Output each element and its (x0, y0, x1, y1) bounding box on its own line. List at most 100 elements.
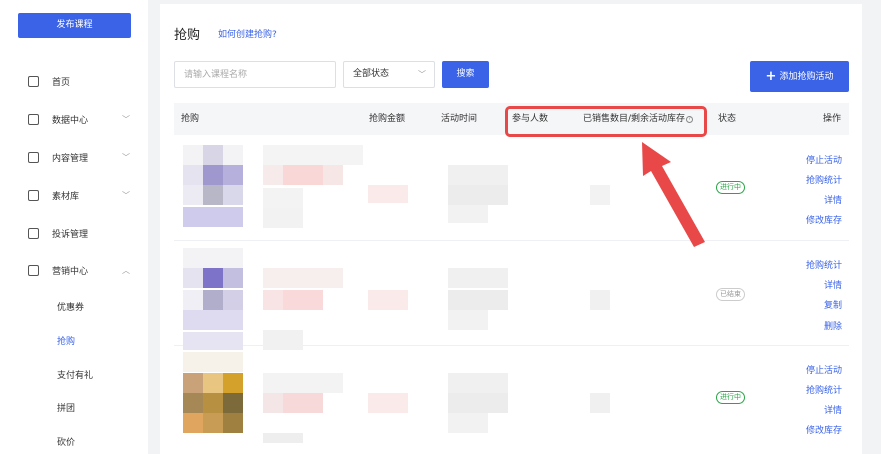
blurred-block (203, 290, 223, 310)
sidebar-item-content[interactable]: 内容管理 ﹀ (0, 145, 148, 169)
sidebar: 发布课程 首页 数据中心 ﹀ 内容管理 ﹀ 素材库 ﹀ 投诉管理 营销中心 ︿ … (0, 0, 148, 454)
blurred-block (448, 205, 488, 223)
status-select[interactable]: 全部状态 ﹀ (343, 61, 435, 88)
copy-link[interactable]: 复制 (824, 298, 842, 311)
blurred-block (183, 207, 243, 227)
blurred-block (223, 393, 243, 413)
blurred-block (203, 185, 223, 205)
sidebar-subitem-coupons[interactable]: 优惠券 (57, 300, 84, 313)
blurred-block (203, 145, 223, 165)
blurred-block (283, 393, 323, 413)
folder-icon (28, 189, 39, 201)
sidebar-subitem-flash-sale[interactable]: 抢购 (57, 334, 75, 347)
blurred-block (203, 268, 223, 288)
details-link[interactable]: 详情 (824, 278, 842, 291)
blurred-block (223, 165, 243, 185)
stats-link[interactable]: 抢购统计 (806, 173, 842, 186)
sidebar-item-materials[interactable]: 素材库 ﹀ (0, 183, 148, 207)
blurred-block (448, 393, 508, 413)
chevron-down-icon: ﹀ (418, 70, 426, 79)
blurred-block (203, 393, 223, 413)
edit-stock-link[interactable]: 修改库存 (806, 423, 842, 436)
blurred-block (368, 290, 408, 310)
column-header-actions: 操作 (823, 114, 842, 124)
delete-link[interactable]: 删除 (824, 319, 842, 332)
home-icon (28, 75, 39, 87)
sidebar-subitem-bargain[interactable]: 砍价 (57, 435, 75, 448)
blurred-block (223, 268, 243, 288)
sidebar-item-label: 营销中心 (52, 266, 89, 277)
blurred-block (263, 188, 303, 208)
sidebar-item-label: 数据中心 (52, 115, 89, 126)
blurred-block (263, 268, 343, 288)
blurred-block (263, 165, 283, 185)
blurred-block (368, 393, 408, 413)
blurred-block (263, 208, 303, 228)
details-link[interactable]: 详情 (824, 403, 842, 416)
stats-link[interactable]: 抢购统计 (806, 258, 842, 271)
sidebar-item-label: 投诉管理 (52, 229, 89, 240)
blurred-block (183, 352, 243, 372)
stop-activity-link[interactable]: 停止活动 (806, 153, 842, 166)
blurred-block (448, 165, 508, 185)
sidebar-subitem-group-buy[interactable]: 拼团 (57, 401, 75, 414)
status-select-value: 全部状态 (353, 69, 390, 79)
blurred-block (183, 248, 243, 268)
blurred-block (183, 310, 243, 330)
blurred-block (183, 332, 243, 350)
edit-stock-link[interactable]: 修改库存 (806, 213, 842, 226)
blurred-block (203, 413, 223, 433)
chart-icon (28, 113, 39, 125)
marketing-icon (28, 264, 39, 276)
blurred-block (263, 393, 283, 413)
stop-activity-link[interactable]: 停止活动 (806, 363, 842, 376)
publish-course-button[interactable]: 发布课程 (18, 13, 131, 38)
sidebar-subitem-pay-gift[interactable]: 支付有礼 (57, 368, 93, 381)
sidebar-item-data-center[interactable]: 数据中心 ﹀ (0, 107, 148, 131)
blurred-block (448, 290, 508, 310)
sidebar-item-marketing[interactable]: 营销中心 ︿ (0, 258, 148, 282)
course-search-input[interactable] (174, 61, 336, 88)
blurred-block (183, 373, 203, 393)
blurred-block (183, 413, 203, 433)
blurred-block (263, 145, 363, 165)
chevron-down-icon: ﹀ (122, 190, 130, 200)
blurred-block (448, 373, 508, 393)
sidebar-item-label: 首页 (52, 77, 71, 88)
annotation-highlight-box (505, 106, 707, 137)
blurred-block (590, 393, 610, 413)
details-link[interactable]: 详情 (824, 193, 842, 206)
column-header-status: 状态 (718, 114, 737, 124)
blurred-block (203, 165, 223, 185)
complaint-icon (28, 227, 39, 239)
content-icon (28, 151, 39, 163)
status-badge: 进行中 (716, 391, 745, 404)
sidebar-item-home[interactable]: 首页 (0, 69, 148, 93)
chevron-down-icon: ﹀ (122, 152, 130, 162)
search-button[interactable]: 搜索 (442, 61, 489, 88)
blurred-block (223, 290, 243, 310)
blurred-block (263, 373, 343, 393)
column-header-flash-sale: 抢购 (181, 114, 200, 124)
sidebar-item-complaints[interactable]: 投诉管理 (0, 221, 148, 245)
blurred-block (203, 373, 223, 393)
row-divider (174, 240, 849, 241)
blurred-block (368, 185, 408, 203)
chevron-down-icon: ﹀ (122, 114, 130, 124)
add-flash-sale-button[interactable]: + 添加抢购活动 (750, 61, 849, 92)
blurred-block (223, 373, 243, 393)
page-title: 抢购 (174, 28, 201, 43)
stats-link[interactable]: 抢购统计 (806, 383, 842, 396)
blurred-block (223, 413, 243, 433)
sidebar-item-label: 素材库 (52, 191, 80, 202)
column-header-amount: 抢购金额 (369, 114, 406, 124)
blurred-block (223, 185, 243, 205)
blurred-block (590, 185, 610, 205)
blurred-block (283, 165, 323, 185)
blurred-block (283, 290, 323, 310)
status-badge: 已结束 (716, 288, 745, 301)
status-badge: 进行中 (716, 181, 745, 194)
blurred-block (263, 330, 303, 350)
blurred-block (183, 393, 203, 413)
howto-link[interactable]: 如何创建抢购? (218, 27, 277, 40)
